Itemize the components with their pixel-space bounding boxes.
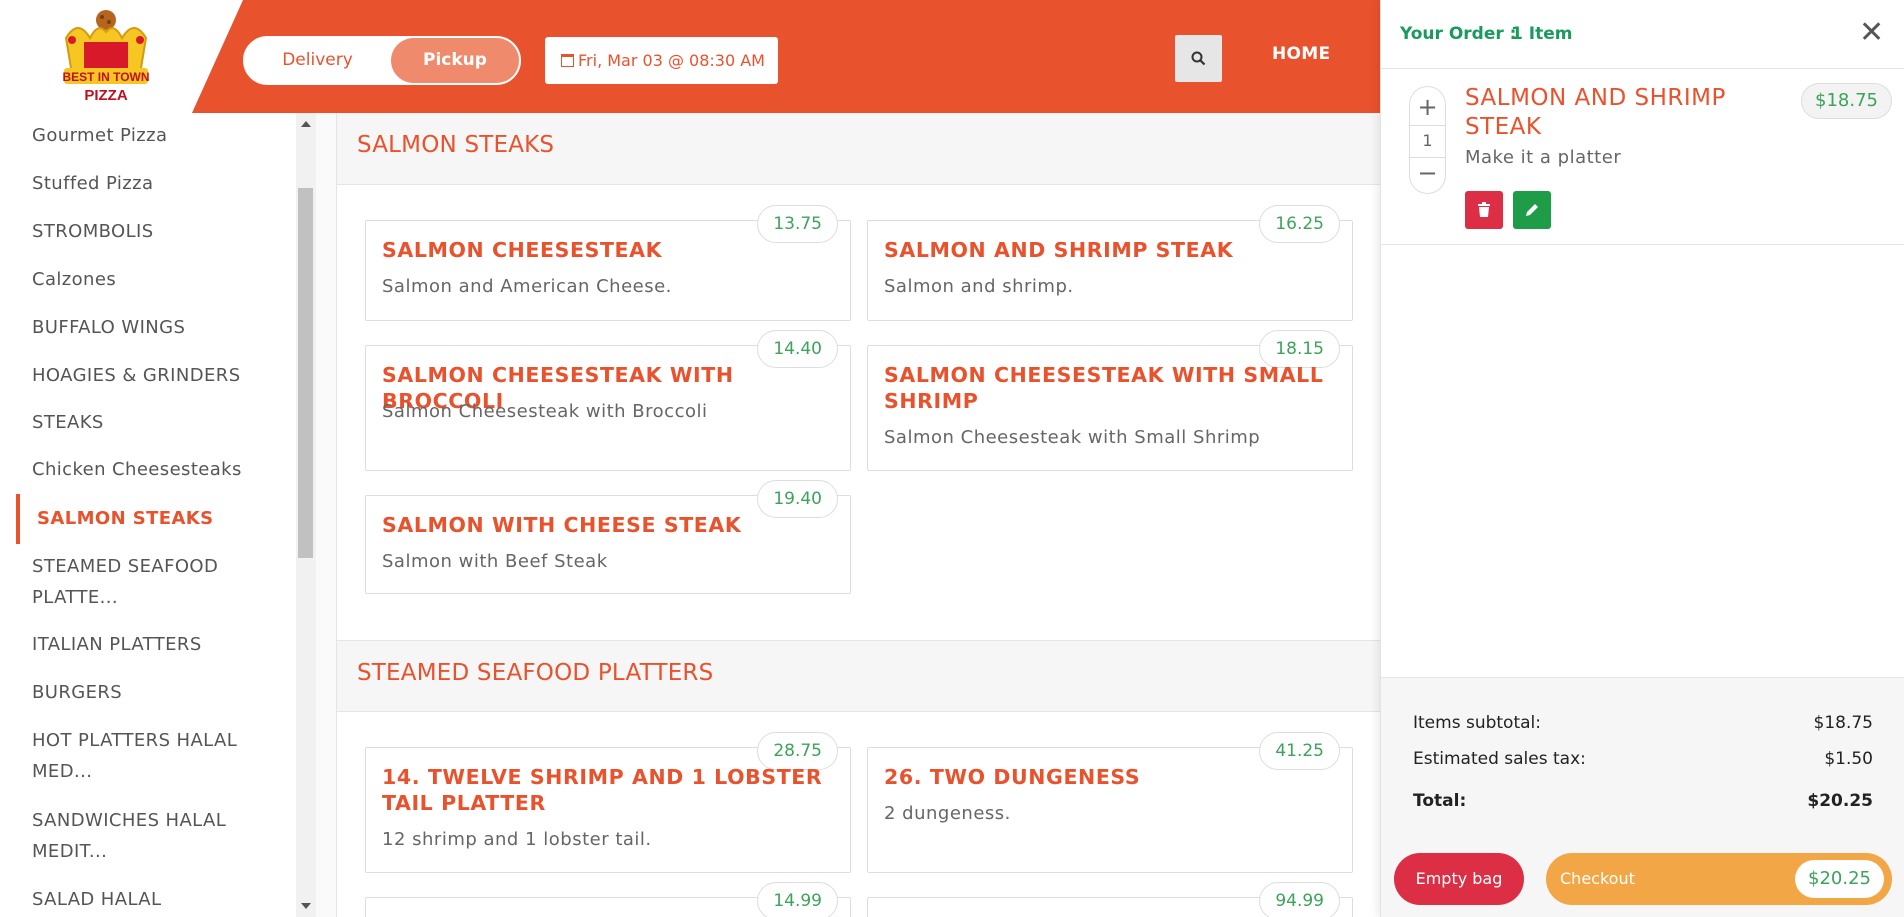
order-item-price: $18.75	[1801, 83, 1892, 119]
schedule-datetime-label: Fri, Mar 03 @ 08:30 AM	[578, 51, 765, 70]
sidebar-item-steamed-seafood[interactable]: STEAMED SEAFOOD PLATTE...	[32, 551, 262, 613]
top-header: BEST IN TOWN PIZZA Delivery Pickup Fri, …	[0, 0, 1380, 113]
brand-logo[interactable]: BEST IN TOWN PIZZA	[58, 8, 154, 106]
sidebar-item-calzones[interactable]: Calzones	[32, 264, 262, 295]
menu-item-card[interactable]: 14.99	[365, 882, 851, 917]
sidebar-item-buffalo-wings[interactable]: BUFFALO WINGS	[32, 312, 262, 343]
order-panel-header: Your Order : 1 Item ✕	[1381, 0, 1904, 69]
item-description: 12 shrimp and 1 lobster tail.	[382, 829, 652, 850]
sidebar-item-stuffed-pizza[interactable]: Stuffed Pizza	[32, 168, 262, 199]
item-name: SALMON CHEESESTEAK WITH SMALL SHRIMP	[884, 363, 1324, 413]
search-button[interactable]	[1175, 35, 1222, 82]
sidebar-item-strombolis[interactable]: STROMBOLIS	[32, 216, 262, 247]
sidebar-item-hot-platters-halal[interactable]: HOT PLATTERS HALAL MED...	[32, 725, 262, 787]
item-description: Salmon and American Cheese.	[382, 276, 672, 297]
sidebar-item-italian-platters[interactable]: ITALIAN PLATTERS	[32, 629, 262, 660]
total-row: Total: $20.25	[1413, 791, 1873, 811]
close-icon[interactable]: ✕	[1859, 18, 1884, 48]
subtotal-row: Items subtotal: $18.75	[1413, 713, 1873, 733]
menu-item-card[interactable]: 19.40 SALMON WITH CHEESE STEAK Salmon wi…	[365, 480, 851, 594]
pencil-icon	[1526, 204, 1538, 216]
menu-content: SALMON STEAKS 13.75 SALMON CHEESESTEAK S…	[316, 113, 1380, 917]
item-name: 26. TWO DUNGENESS	[884, 765, 1141, 789]
total-label: Total:	[1413, 791, 1467, 811]
menu-item-card[interactable]: 94.99	[867, 882, 1353, 917]
order-item-name: SALMON AND SHRIMP STEAK	[1465, 85, 1726, 140]
sidebar-item-salmon-steaks[interactable]: SALMON STEAKS	[37, 503, 267, 534]
svg-text:BEST IN TOWN: BEST IN TOWN	[62, 70, 149, 84]
order-label: Your Order :	[1400, 24, 1517, 44]
order-item-modifier: Make it a platter	[1465, 147, 1622, 168]
quantity-value: 1	[1422, 131, 1433, 150]
section-title: SALMON STEAKS	[357, 132, 555, 158]
order-item-count: 1 Item	[1511, 24, 1573, 44]
tax-value: $1.50	[1824, 749, 1873, 769]
calendar-icon	[561, 54, 574, 67]
sidebar-item-chicken-cheesesteaks[interactable]: Chicken Cheesesteaks	[32, 454, 262, 485]
increment-button[interactable]: +	[1410, 93, 1445, 121]
sidebar-item-gourmet-pizza[interactable]: Gourmet Pizza	[32, 120, 262, 151]
item-description: Salmon Cheesesteak with Small Shrimp	[884, 427, 1261, 448]
menu-item-card[interactable]: 41.25 26. TWO DUNGENESS 2 dungeness.	[867, 732, 1353, 873]
item-price-badge: 14.99	[757, 882, 838, 917]
scroll-thumb[interactable]	[298, 188, 313, 558]
active-indicator	[16, 494, 20, 544]
scroll-up-arrow[interactable]	[301, 121, 311, 127]
sidebar-item-salad-halal[interactable]: SALAD HALAL	[32, 884, 262, 915]
item-name: SALMON WITH CHEESE STEAK	[382, 513, 742, 537]
item-price-badge: 94.99	[1259, 882, 1340, 917]
menu-item-card[interactable]: 16.25 SALMON AND SHRIMP STEAK Salmon and…	[867, 205, 1353, 321]
section-header-salmon-steaks: SALMON STEAKS	[336, 113, 1380, 185]
sidebar-item-burgers[interactable]: BURGERS	[32, 677, 262, 708]
tax-row: Estimated sales tax: $1.50	[1413, 749, 1873, 769]
item-name: SALMON CHEESESTEAK	[382, 238, 663, 262]
order-summary: Items subtotal: $18.75 Estimated sales t…	[1381, 677, 1904, 917]
delete-item-button[interactable]	[1465, 191, 1503, 229]
category-sidebar: Gourmet Pizza Stuffed Pizza STROMBOLIS C…	[0, 113, 316, 917]
nav-home-link[interactable]: HOME	[1272, 44, 1330, 64]
section-title: STEAMED SEAFOOD PLATTERS	[357, 660, 714, 686]
order-type-toggle[interactable]: Delivery Pickup	[243, 36, 521, 85]
checkout-button[interactable]: Checkout $20.25	[1546, 853, 1892, 905]
item-description: Salmon Cheesesteak with Broccoli	[382, 401, 708, 422]
menu-item-card[interactable]: 14.40 SALMON CHEESESTEAK WITH BROCCOLI S…	[365, 330, 851, 471]
menu-item-card[interactable]: 13.75 SALMON CHEESESTEAK Salmon and Amer…	[365, 205, 851, 321]
divider	[1410, 125, 1445, 126]
item-name: 14. TWELVE SHRIMP AND 1 LOBSTER TAIL PLA…	[382, 765, 823, 815]
scroll-down-arrow[interactable]	[301, 903, 311, 909]
item-description: Salmon with Beef Steak	[382, 551, 608, 572]
menu-item-card[interactable]: 18.15 SALMON CHEESESTEAK WITH SMALL SHRI…	[867, 330, 1353, 471]
subtotal-value: $18.75	[1813, 713, 1873, 733]
divider	[1410, 157, 1445, 158]
item-description: 2 dungeness.	[884, 803, 1011, 824]
section-header-steamed-seafood: STEAMED SEAFOOD PLATTERS	[336, 640, 1380, 712]
pickup-option[interactable]: Pickup	[391, 38, 519, 83]
delivery-option[interactable]: Delivery	[245, 38, 390, 83]
edit-item-button[interactable]	[1513, 191, 1551, 229]
svg-text:PIZZA: PIZZA	[84, 87, 127, 104]
total-value: $20.25	[1807, 791, 1873, 811]
quantity-stepper[interactable]: + 1 −	[1409, 86, 1446, 194]
order-panel: Your Order : 1 Item ✕ + 1 − SALMON AND S…	[1380, 0, 1904, 917]
sidebar-item-sandwiches-halal[interactable]: SANDWICHES HALAL MEDIT...	[32, 805, 262, 867]
search-icon	[1191, 51, 1206, 66]
checkout-amount: $20.25	[1795, 860, 1884, 898]
item-name: SALMON AND SHRIMP STEAK	[884, 238, 1234, 262]
item-description: Salmon and shrimp.	[884, 276, 1074, 297]
menu-item-card[interactable]: 28.75 14. TWELVE SHRIMP AND 1 LOBSTER TA…	[365, 732, 851, 873]
section-body-salmon-steaks: 13.75 SALMON CHEESESTEAK Salmon and Amer…	[336, 185, 1380, 640]
empty-bag-button[interactable]: Empty bag	[1394, 853, 1524, 905]
trash-icon	[1478, 202, 1490, 217]
schedule-datetime-button[interactable]: Fri, Mar 03 @ 08:30 AM	[545, 37, 778, 84]
tax-label: Estimated sales tax:	[1413, 749, 1586, 769]
decrement-button[interactable]: −	[1410, 159, 1445, 187]
section-body-steamed-seafood: 28.75 14. TWELVE SHRIMP AND 1 LOBSTER TA…	[336, 712, 1380, 917]
sidebar-item-hoagies-grinders[interactable]: HOAGIES & GRINDERS	[32, 360, 262, 391]
sidebar-item-steaks[interactable]: STEAKS	[32, 407, 262, 438]
subtotal-label: Items subtotal:	[1413, 713, 1541, 733]
sidebar-scrollbar[interactable]	[296, 113, 316, 917]
checkout-label: Checkout	[1560, 869, 1635, 888]
divider	[1381, 244, 1904, 245]
